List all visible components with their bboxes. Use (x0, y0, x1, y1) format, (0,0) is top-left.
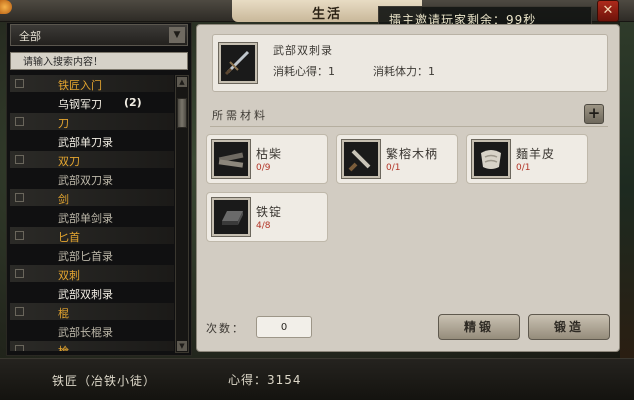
recipe-tree: 铁匠入门乌钢军刀 (2) 刀武部单刀录双刀武部双刀录剑武部单剑录匕首武部匕首录双刺武… (10, 75, 174, 351)
material-name: 枯柴 (256, 147, 283, 161)
tree-category[interactable]: 双刺 (10, 264, 174, 283)
item-label: 武部单剑录 (58, 211, 113, 225)
item-label: 武部单刀录 (58, 135, 113, 149)
category-label: 槍 (58, 343, 69, 351)
scene-edge (620, 22, 634, 358)
iron-ingot-icon (222, 211, 243, 225)
tree-item[interactable]: 武部双刀录 (10, 170, 174, 187)
collapse-toggle-icon[interactable] (15, 344, 24, 351)
item-label: 武部双刀录 (58, 173, 113, 187)
collapse-toggle-icon[interactable] (15, 306, 24, 316)
sheepskin-icon (481, 150, 501, 169)
scrollbar-thumb[interactable] (177, 98, 187, 128)
scroll-up-icon[interactable]: ▲ (177, 77, 187, 87)
craft-count-label: 次数： (206, 322, 245, 335)
collapse-toggle-icon[interactable] (15, 192, 24, 202)
tree-category[interactable]: 匕首 (10, 226, 174, 245)
tree-item[interactable]: 武部单剑录 (10, 208, 174, 225)
collapse-toggle-icon[interactable] (15, 230, 24, 240)
status-footer: 铁匠（冶铁小徒） 心得：3154 (0, 358, 634, 400)
profession-rank: 铁匠（冶铁小徒） (52, 374, 157, 388)
material-name: 繁榕木柄 (386, 147, 439, 161)
material-slot[interactable] (472, 140, 510, 178)
category-label: 棍 (58, 306, 69, 320)
material-name: 麵羊皮 (516, 147, 556, 161)
tree-category[interactable]: 槍 (10, 340, 174, 351)
material-card[interactable]: 麵羊皮 0/1 (466, 134, 588, 184)
craft-count-input[interactable] (256, 316, 312, 338)
firewood-icon (218, 152, 244, 168)
dagger-icon (224, 50, 250, 76)
refine-button[interactable]: 精锻 (438, 314, 520, 340)
item-label: 武部长棍录 (58, 325, 113, 339)
material-count: 0/9 (256, 163, 271, 173)
collapse-toggle-icon[interactable] (15, 154, 24, 164)
add-material-button[interactable]: + (584, 104, 604, 124)
wooden-handle-icon (348, 149, 371, 172)
tree-item[interactable]: 乌钢军刀 (2) (10, 94, 174, 111)
item-label: 乌钢军刀 (58, 97, 102, 111)
tree-category[interactable]: 双刀 (10, 150, 174, 169)
materials-heading: 所需材料 (212, 109, 268, 122)
tree-item[interactable]: 武部双刺录 (10, 284, 174, 301)
item-label: 武部双刺录 (58, 287, 113, 301)
scroll-down-icon[interactable]: ▼ (177, 341, 187, 351)
close-button[interactable]: ✕ (597, 0, 619, 22)
chevron-down-icon[interactable]: ▼ (169, 27, 185, 43)
recipe-list-scrollbar[interactable]: ▲ ▼ (175, 75, 189, 353)
collapse-toggle-icon[interactable] (15, 79, 24, 88)
material-count: 4/8 (256, 221, 271, 231)
category-label: 剑 (58, 192, 69, 206)
materials-divider (210, 126, 608, 127)
material-card[interactable]: 枯柴 0/9 (206, 134, 328, 184)
category-filter-dropdown[interactable]: 全部 ▼ (10, 24, 188, 46)
recipe-name: 武部双刺录 (273, 44, 333, 57)
tree-item[interactable]: 武部匕首录 (10, 246, 174, 263)
tree-category[interactable]: 棍 (10, 302, 174, 321)
game-emblem-icon (0, 0, 12, 14)
filter-selected-value: 全部 (19, 30, 41, 43)
material-count: 0/1 (386, 163, 401, 173)
item-count: (2) (124, 95, 142, 109)
tree-item[interactable]: 武部长棍录 (10, 322, 174, 339)
category-label: 刀 (58, 116, 69, 130)
category-label: 双刺 (58, 268, 80, 282)
tree-category[interactable]: 剑 (10, 188, 174, 207)
category-label: 铁匠入门 (58, 79, 102, 92)
forge-button[interactable]: 锻造 (528, 314, 610, 340)
recipe-card: 武部双刺录 消耗心得：1 消耗体力：1 (212, 34, 608, 92)
material-card[interactable]: 铁锭 4/8 (206, 192, 328, 242)
tree-category[interactable]: 刀 (10, 112, 174, 131)
category-label: 双刀 (58, 154, 80, 168)
recipe-item-slot[interactable] (219, 43, 257, 83)
material-name: 铁锭 (256, 205, 283, 219)
material-slot[interactable] (212, 140, 250, 178)
search-input[interactable] (10, 52, 188, 70)
collapse-toggle-icon[interactable] (15, 268, 24, 278)
recipe-stamina-cost: 消耗体力：1 (373, 65, 435, 78)
tree-category[interactable]: 铁匠入门 (10, 75, 174, 93)
material-slot[interactable] (212, 198, 250, 236)
xinde-points: 心得：3154 (228, 373, 302, 387)
category-label: 匕首 (58, 230, 80, 244)
recipe-xinde-cost: 消耗心得：1 (273, 65, 335, 78)
collapse-toggle-icon[interactable] (15, 116, 24, 126)
tree-item[interactable]: 武部单刀录 (10, 132, 174, 149)
material-card[interactable]: 繁榕木柄 0/1 (336, 134, 458, 184)
material-slot[interactable] (342, 140, 380, 178)
material-count: 0/1 (516, 163, 531, 173)
item-label: 武部匕首录 (58, 249, 113, 263)
